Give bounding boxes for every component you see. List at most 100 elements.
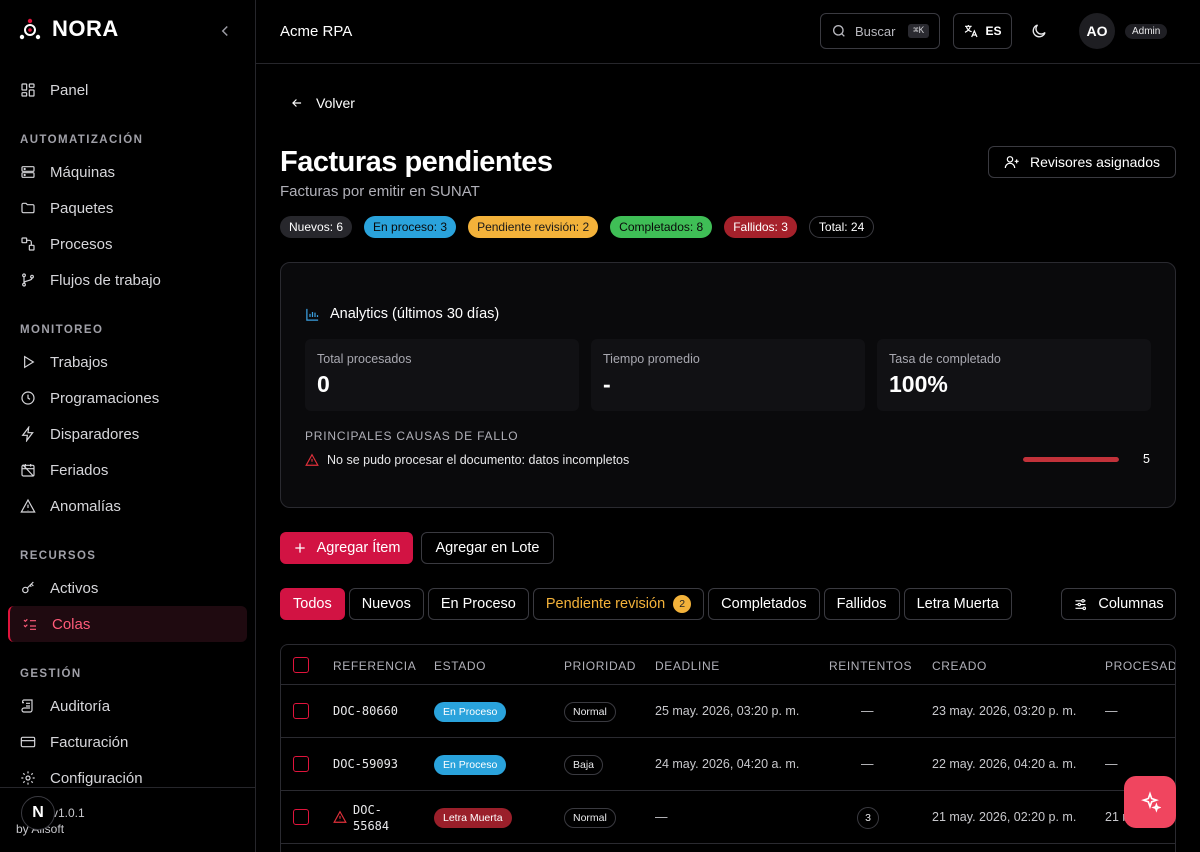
sidebar-item-label: Panel [50,81,89,99]
ai-assistant-button[interactable] [1124,776,1176,828]
key-icon [22,581,34,594]
table-row[interactable]: DOC- 55684 Letra Muerta Normal — 3 21 ma… [281,791,1175,844]
avatar[interactable]: AO [1079,13,1115,49]
col-created[interactable]: CREADO [932,659,987,673]
nora-logo-icon [19,18,41,40]
status-count-badge: Pendiente revisión: 2 [468,216,599,238]
sidebar-item-assets[interactable]: Activos [8,570,247,606]
sidebar-item-label: Facturación [50,733,129,751]
alert-triangle-icon [305,453,319,466]
search-icon [833,25,845,37]
kpi-label: Total procesados [317,352,412,366]
sidebar-item-workflows[interactable]: Flujos de trabajo [8,262,247,298]
sidebar: NORA Panel AUTOMATIZACIÓN Máquinas Paque… [0,0,256,852]
row-deadline: 24 may. 2026, 04:20 a. m. [655,757,800,771]
add-item-button[interactable]: Agregar Ítem [280,532,413,564]
row-reference[interactable]: DOC- 55684 [353,802,389,834]
row-reference[interactable]: DOC-59093 [333,757,398,771]
status-badge: En Proceso [434,755,507,775]
clock-icon [21,391,35,405]
row-created: 22 may. 2026, 04:20 a. m. [932,757,1077,771]
priority-badge: Baja [564,755,604,775]
col-retries[interactable]: REINTENTOS [829,659,912,673]
kpi-label: Tiempo promedio [603,352,700,366]
sidebar-item-audit[interactable]: Auditoría [8,688,247,724]
col-deadline[interactable]: DEADLINE [655,659,720,673]
moon-icon[interactable] [1030,22,1048,40]
row-retries: — [861,704,874,718]
sliders-icon [1075,598,1087,610]
grid-icon [21,83,35,97]
top-header: Acme RPA Buscar ⌘K ES AO Admin [256,0,1200,64]
col-reference[interactable]: REFERENCIA [333,659,416,673]
failure-cause-bar-fill [1023,457,1119,462]
play-icon [24,355,35,369]
gear-icon [21,771,35,785]
sidebar-item-label: Disparadores [50,425,140,443]
sidebar-item-schedules[interactable]: Programaciones [8,380,247,416]
section-management: GESTIÓN [20,668,82,680]
priority-badge: Normal [564,808,616,828]
sidebar-item-label: Trabajos [50,353,108,371]
app-root: NORA Panel AUTOMATIZACIÓN Máquinas Paque… [0,0,1200,852]
tab-label: Pendiente revisión [545,596,666,612]
brand[interactable]: NORA [18,16,119,42]
assigned-reviewers-button[interactable]: Revisores asignados [988,146,1176,178]
translate-icon [965,25,979,38]
select-all-checkbox[interactable] [293,657,309,673]
failure-cause-count: 5 [1143,452,1150,466]
list-checks-icon [23,618,36,630]
sidebar-item-queues[interactable]: Colas [8,606,247,642]
sidebar-item-jobs[interactable]: Trabajos [8,344,247,380]
table-row[interactable]: DOC-59093 En Proceso Baja 24 may. 2026, … [281,738,1175,791]
reviewers-label: Revisores asignados [1030,154,1160,170]
sidebar-item-holidays[interactable]: Feriados [8,452,247,488]
columns-button[interactable]: Columnas [1061,588,1176,620]
sidebar-item-label: Feriados [50,461,109,479]
col-status[interactable]: ESTADO [434,659,486,673]
sidebar-item-triggers[interactable]: Disparadores [8,416,247,452]
kpi-value: - [603,371,611,397]
row-reference[interactable]: DOC-80660 [333,704,398,718]
tab-new[interactable]: Nuevos [348,588,424,620]
kpi-total-processed: Total procesados 0 [305,339,579,411]
search-shortcut: ⌘K [908,24,929,38]
sidebar-item-anomalies[interactable]: Anomalías [8,488,247,524]
col-priority[interactable]: PRIORIDAD [564,659,636,673]
framework-badge[interactable]: N [21,796,55,830]
arrow-left-icon [292,99,302,107]
row-checkbox[interactable] [293,756,309,772]
sidebar-item-panel[interactable]: Panel [8,72,247,108]
add-batch-button[interactable]: Agregar en Lote [421,532,554,564]
sidebar-item-machines[interactable]: Máquinas [8,154,247,190]
tab-all[interactable]: Todos [280,588,345,620]
filter-tabs: Todos Nuevos En Proceso Pendiente revisi… [280,588,1012,620]
tab-pending-review[interactable]: Pendiente revisión 2 [532,588,705,620]
kpi-completion-rate: Tasa de completado 100% [877,339,1151,411]
chevron-left-icon[interactable] [216,22,234,40]
bar-chart-icon [306,308,319,321]
language-button[interactable]: ES [953,13,1012,49]
row-checkbox[interactable] [293,809,309,825]
row-checkbox[interactable] [293,703,309,719]
tab-completed[interactable]: Completados [708,588,820,620]
col-processed[interactable]: PROCESADO [1105,659,1175,673]
sidebar-item-label: Flujos de trabajo [50,271,161,289]
table-row[interactable]: DOC-80660 En Proceso Normal 25 may. 2026… [281,685,1175,738]
language-label: ES [985,24,1002,38]
back-button[interactable]: Volver [290,95,355,111]
back-label: Volver [316,95,355,111]
sidebar-item-billing[interactable]: Facturación [8,724,247,760]
plus-icon [294,543,305,553]
failure-cause-text: No se pudo procesar el documento: datos … [327,453,630,467]
sidebar-item-packages[interactable]: Paquetes [8,190,247,226]
failure-causes-heading: PRINCIPALES CAUSAS DE FALLO [305,429,519,443]
brand-name: NORA [52,16,119,41]
search-button[interactable]: Buscar ⌘K [820,13,940,49]
user-plus-icon [1004,156,1019,169]
kpi-average-time: Tiempo promedio - [591,339,865,411]
tab-dead-letter[interactable]: Letra Muerta [903,588,1012,620]
tab-failed[interactable]: Fallidos [823,588,900,620]
sidebar-item-processes[interactable]: Procesos [8,226,247,262]
tab-in-process[interactable]: En Proceso [427,588,529,620]
